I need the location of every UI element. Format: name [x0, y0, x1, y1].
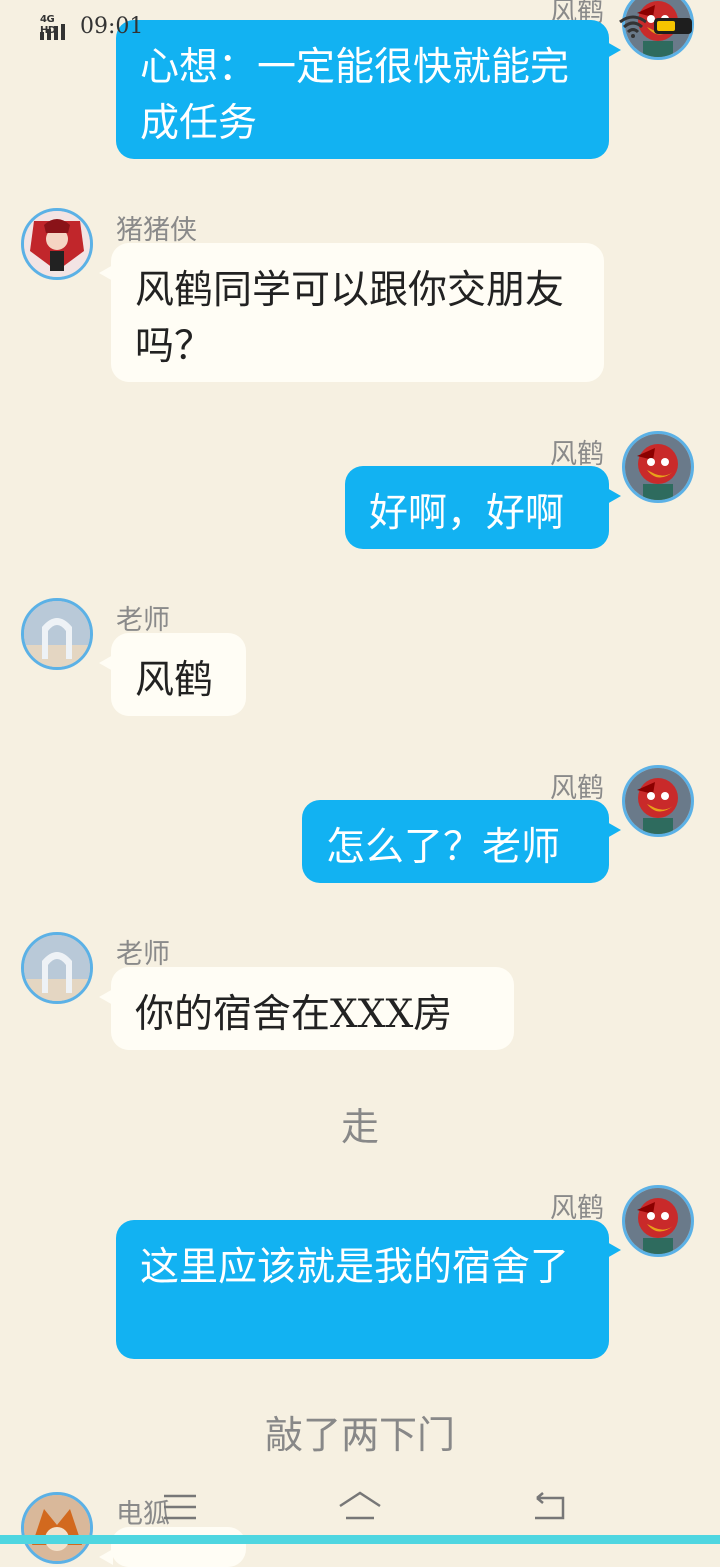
red-bird-avatar[interactable] [622, 1185, 694, 1257]
system-nav-bar [0, 1475, 720, 1535]
wifi-icon [619, 15, 647, 38]
back-button[interactable] [519, 1485, 579, 1529]
red-bird-avatar[interactable] [622, 431, 694, 503]
red-bird-avatar[interactable] [622, 765, 694, 837]
message-bubble[interactable]: 风鹤同学可以跟你交朋友吗？ [99, 243, 604, 382]
archway-avatar[interactable] [21, 598, 93, 670]
message-bubble[interactable]: 好啊，好啊 [345, 466, 621, 549]
narration-text: 走 [340, 1105, 379, 1149]
message-bubble[interactable]: 怎么了？老师 [302, 800, 621, 883]
red-anime-girl-avatar[interactable] [21, 208, 93, 280]
narration-text: 敲了两下门 [264, 1413, 455, 1457]
menu-icon [164, 1494, 196, 1520]
battery-icon [654, 18, 692, 34]
archway-avatar[interactable] [21, 932, 93, 1004]
message-bubble[interactable]: 你的宿舍在XXX房 [99, 967, 514, 1050]
home-button[interactable] [330, 1485, 390, 1529]
menu-button[interactable] [150, 1485, 210, 1529]
sender-name: 老师 [116, 939, 170, 970]
home-icon [339, 1491, 381, 1520]
message-bubble[interactable]: 这里应该就是我的宿舍了 [116, 1220, 621, 1359]
status-bar: 4G HD 09:01 [0, 0, 720, 48]
sender-name: 猪猪侠 [116, 215, 197, 246]
bottom-accent-strip [0, 1535, 720, 1544]
signal-icon: 4G HD [40, 14, 72, 40]
clock: 09:01 [80, 14, 144, 39]
back-icon [535, 1492, 565, 1520]
sender-name: 老师 [116, 605, 170, 636]
message-bubble[interactable]: 风鹤 [99, 633, 246, 716]
